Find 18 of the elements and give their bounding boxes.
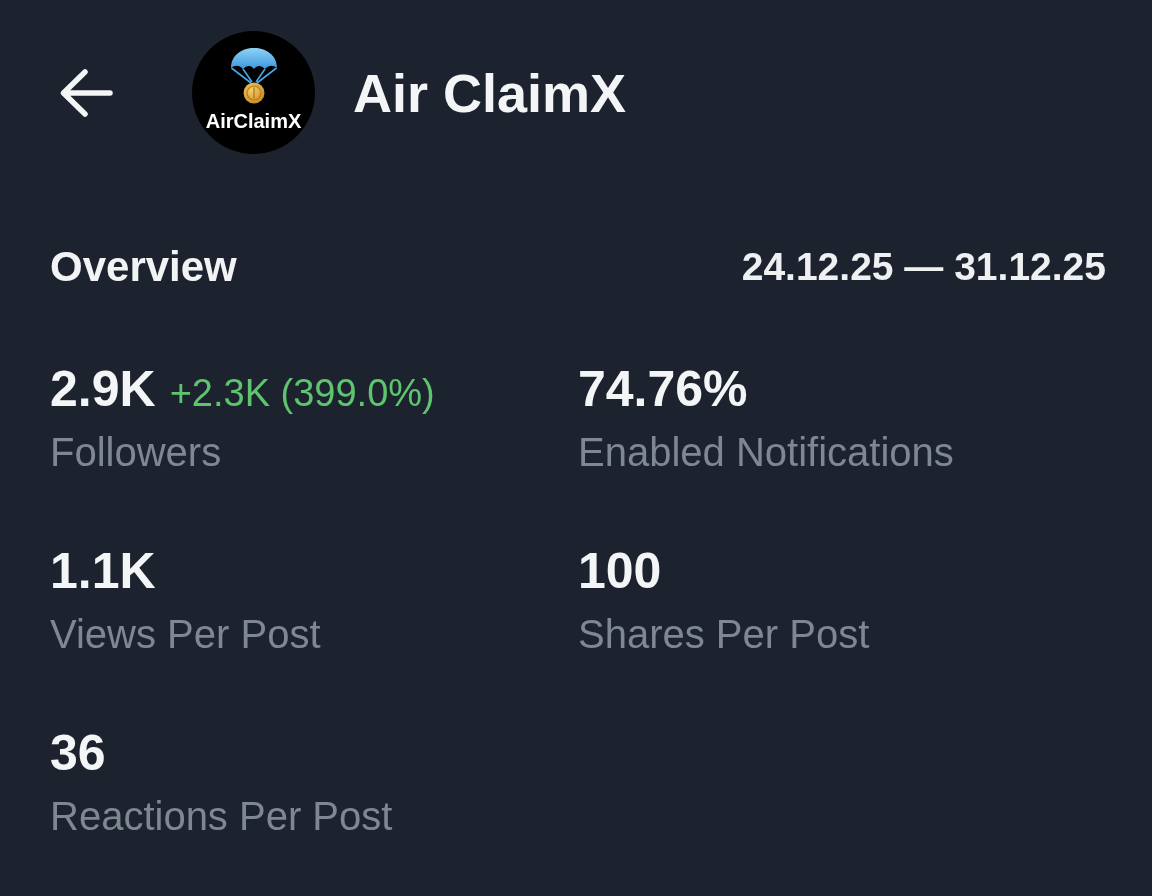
stat-label: Views Per Post <box>50 611 321 658</box>
parachute-icon <box>229 48 278 104</box>
avatar-caption: AirClaimX <box>205 111 302 131</box>
stat-value: 74.76% <box>578 360 748 419</box>
stat-label: Shares Per Post <box>578 611 870 658</box>
stat-value: 1.1K <box>50 542 156 601</box>
back-button[interactable] <box>59 67 113 118</box>
back-arrow-icon <box>59 67 113 118</box>
section-title: Overview <box>50 242 237 292</box>
stat-value: 100 <box>578 542 662 601</box>
channel-title: Air ClaimX <box>353 61 627 125</box>
stat-value: 36 <box>50 724 106 783</box>
date-range: 24.12.25 — 31.12.25 <box>741 244 1106 290</box>
stat-change: +2.3K (399.0%) <box>169 371 435 416</box>
stat-label: Followers <box>50 429 222 476</box>
stat-value: 2.9K <box>50 360 156 419</box>
stat-label: Reactions Per Post <box>50 793 393 840</box>
stat-label: Enabled Notifications <box>578 429 954 476</box>
